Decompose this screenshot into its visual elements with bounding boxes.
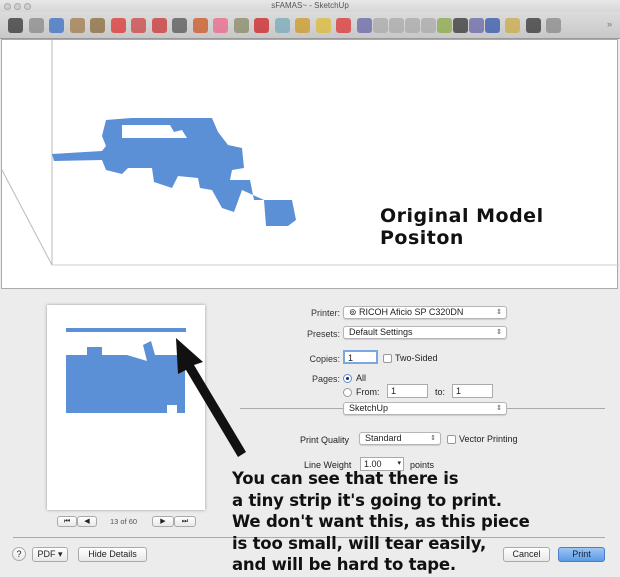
presets-value: Default Settings	[349, 327, 413, 337]
tool-right-view-icon[interactable]	[420, 18, 436, 33]
updown-arrow-icon: ⇕	[430, 435, 436, 442]
updown-arrow-icon: ⇕	[496, 309, 502, 316]
printer-select[interactable]: ⊚ RICOH Aficio SP C320DN ⇕	[343, 306, 507, 319]
model-viewport[interactable]: Original Model Positon	[1, 39, 619, 289]
model-position-label: Original Model Positon	[380, 205, 544, 249]
note-line: We don't want this, as this piece	[232, 512, 530, 531]
tool-front-view-icon[interactable]	[404, 18, 420, 33]
close-window-button[interactable]	[4, 3, 11, 10]
vector-printing-label: Vector Printing	[459, 434, 518, 444]
preview-model	[66, 341, 185, 413]
tool-tape-measure-icon[interactable]	[254, 18, 269, 33]
pdf-menu-button[interactable]: PDF ▾	[32, 547, 68, 562]
tool-rectangle-icon[interactable]	[69, 18, 85, 33]
vector-printing-checkbox[interactable]	[447, 435, 456, 444]
page-indicator: 13 of 60	[110, 517, 138, 526]
previous-page-button[interactable]: ◀	[77, 516, 97, 527]
tool-back-view-icon[interactable]	[436, 18, 452, 33]
tool-section-plane-icon[interactable]	[295, 18, 310, 33]
minimize-window-button[interactable]	[14, 3, 21, 10]
toolbar: »	[0, 12, 620, 39]
title-bar: sFAMAS~ - SketchUp	[0, 0, 620, 12]
tool-left-view-icon[interactable]	[452, 18, 468, 33]
note-line: is too small, will tear easily,	[232, 533, 487, 553]
tool-rotate-icon[interactable]	[131, 18, 146, 33]
last-page-button[interactable]: ⏭	[174, 516, 196, 527]
tool-circle-icon[interactable]	[90, 18, 105, 33]
page-back-buttons: ⏮ ◀	[57, 516, 101, 527]
first-page-button[interactable]: ⏮	[57, 516, 77, 527]
copies-label: Copies:	[309, 354, 340, 364]
section-value: SketchUp	[349, 403, 389, 413]
window-title: sFAMAS~ - SketchUp	[271, 1, 349, 10]
tool-iso-view-icon[interactable]	[372, 18, 388, 33]
thin-strip	[66, 328, 186, 332]
tool-make-component-icon[interactable]	[28, 18, 44, 33]
rifle-model	[52, 118, 296, 226]
tool-move-icon[interactable]	[110, 18, 126, 33]
two-sided-label: Two-Sided	[395, 353, 438, 363]
axis-line	[2, 169, 53, 266]
preview-page	[66, 328, 186, 413]
printer-value: RICOH Aficio SP C320DN	[359, 307, 464, 317]
tool-follow-me-icon[interactable]	[172, 18, 187, 33]
print-button[interactable]: Print	[558, 547, 605, 562]
tool-components-icon[interactable]	[315, 18, 331, 33]
note-line: and will be hard to tape.	[232, 555, 456, 574]
pages-all-label: All	[356, 373, 367, 383]
to-label: to:	[435, 387, 446, 397]
updown-arrow-icon: ⇕	[496, 329, 502, 336]
pdf-label: PDF	[37, 549, 56, 559]
printer-label: Printer:	[310, 308, 340, 318]
pages-all-radio[interactable]	[343, 374, 352, 383]
tool-zoom-extents-icon[interactable]	[356, 18, 372, 33]
to-page-input[interactable]: 1	[452, 384, 493, 398]
copies-input[interactable]: 1	[343, 350, 378, 364]
section-select[interactable]: SketchUp ⇕	[343, 402, 507, 415]
tool-eraser-icon[interactable]	[213, 18, 228, 33]
presets-select[interactable]: Default Settings ⇕	[343, 326, 507, 339]
page-forward-buttons: ▶ ⏭	[152, 516, 196, 527]
tool-select-icon[interactable]	[8, 18, 23, 33]
tool-x-ray-icon[interactable]	[505, 18, 520, 33]
tool-walk-icon[interactable]	[546, 18, 561, 33]
annotation-note: You can see that there is a tiny strip i…	[232, 468, 530, 576]
tool-pencil-icon[interactable]	[274, 18, 290, 33]
tool-shaded-icon[interactable]	[468, 18, 484, 33]
help-button[interactable]: ?	[12, 547, 26, 561]
pages-label: Pages:	[311, 374, 340, 384]
presets-label: Presets:	[306, 329, 340, 339]
toolbar-overflow-button[interactable]: »	[607, 19, 612, 29]
hide-details-button[interactable]: Hide Details	[78, 547, 147, 562]
model-canvas	[2, 40, 619, 266]
pages-from-label: From:	[356, 387, 380, 397]
tool-push-pull-icon[interactable]	[192, 18, 208, 33]
note-line: You can see that there is	[232, 469, 459, 488]
print-quality-label: Print Quality	[300, 435, 350, 445]
tool-zoom-icon[interactable]	[525, 18, 541, 33]
tool-paint-bucket-icon[interactable]	[233, 18, 249, 33]
tool-arc-icon[interactable]	[151, 18, 167, 33]
zoom-window-button[interactable]	[24, 3, 31, 10]
tool-pan-icon[interactable]	[336, 18, 351, 33]
two-sided-checkbox[interactable]	[383, 354, 392, 363]
next-page-button[interactable]: ▶	[152, 516, 174, 527]
tool-monochrome-icon[interactable]	[484, 18, 500, 33]
printer-icon: ⊚	[349, 307, 360, 317]
print-quality-select[interactable]: Standard ⇕	[359, 432, 441, 445]
from-page-input[interactable]: 1	[387, 384, 428, 398]
dropdown-arrow-icon: ▾	[57, 549, 63, 559]
pages-from-radio[interactable]	[343, 388, 352, 397]
print-quality-value: Standard	[365, 433, 402, 443]
updown-arrow-icon: ⇕	[496, 405, 502, 412]
print-preview	[47, 305, 205, 510]
tool-orbit-icon[interactable]	[49, 18, 64, 33]
note-line: a tiny strip it's going to print.	[232, 490, 502, 510]
tool-top-view-icon[interactable]	[388, 18, 404, 33]
